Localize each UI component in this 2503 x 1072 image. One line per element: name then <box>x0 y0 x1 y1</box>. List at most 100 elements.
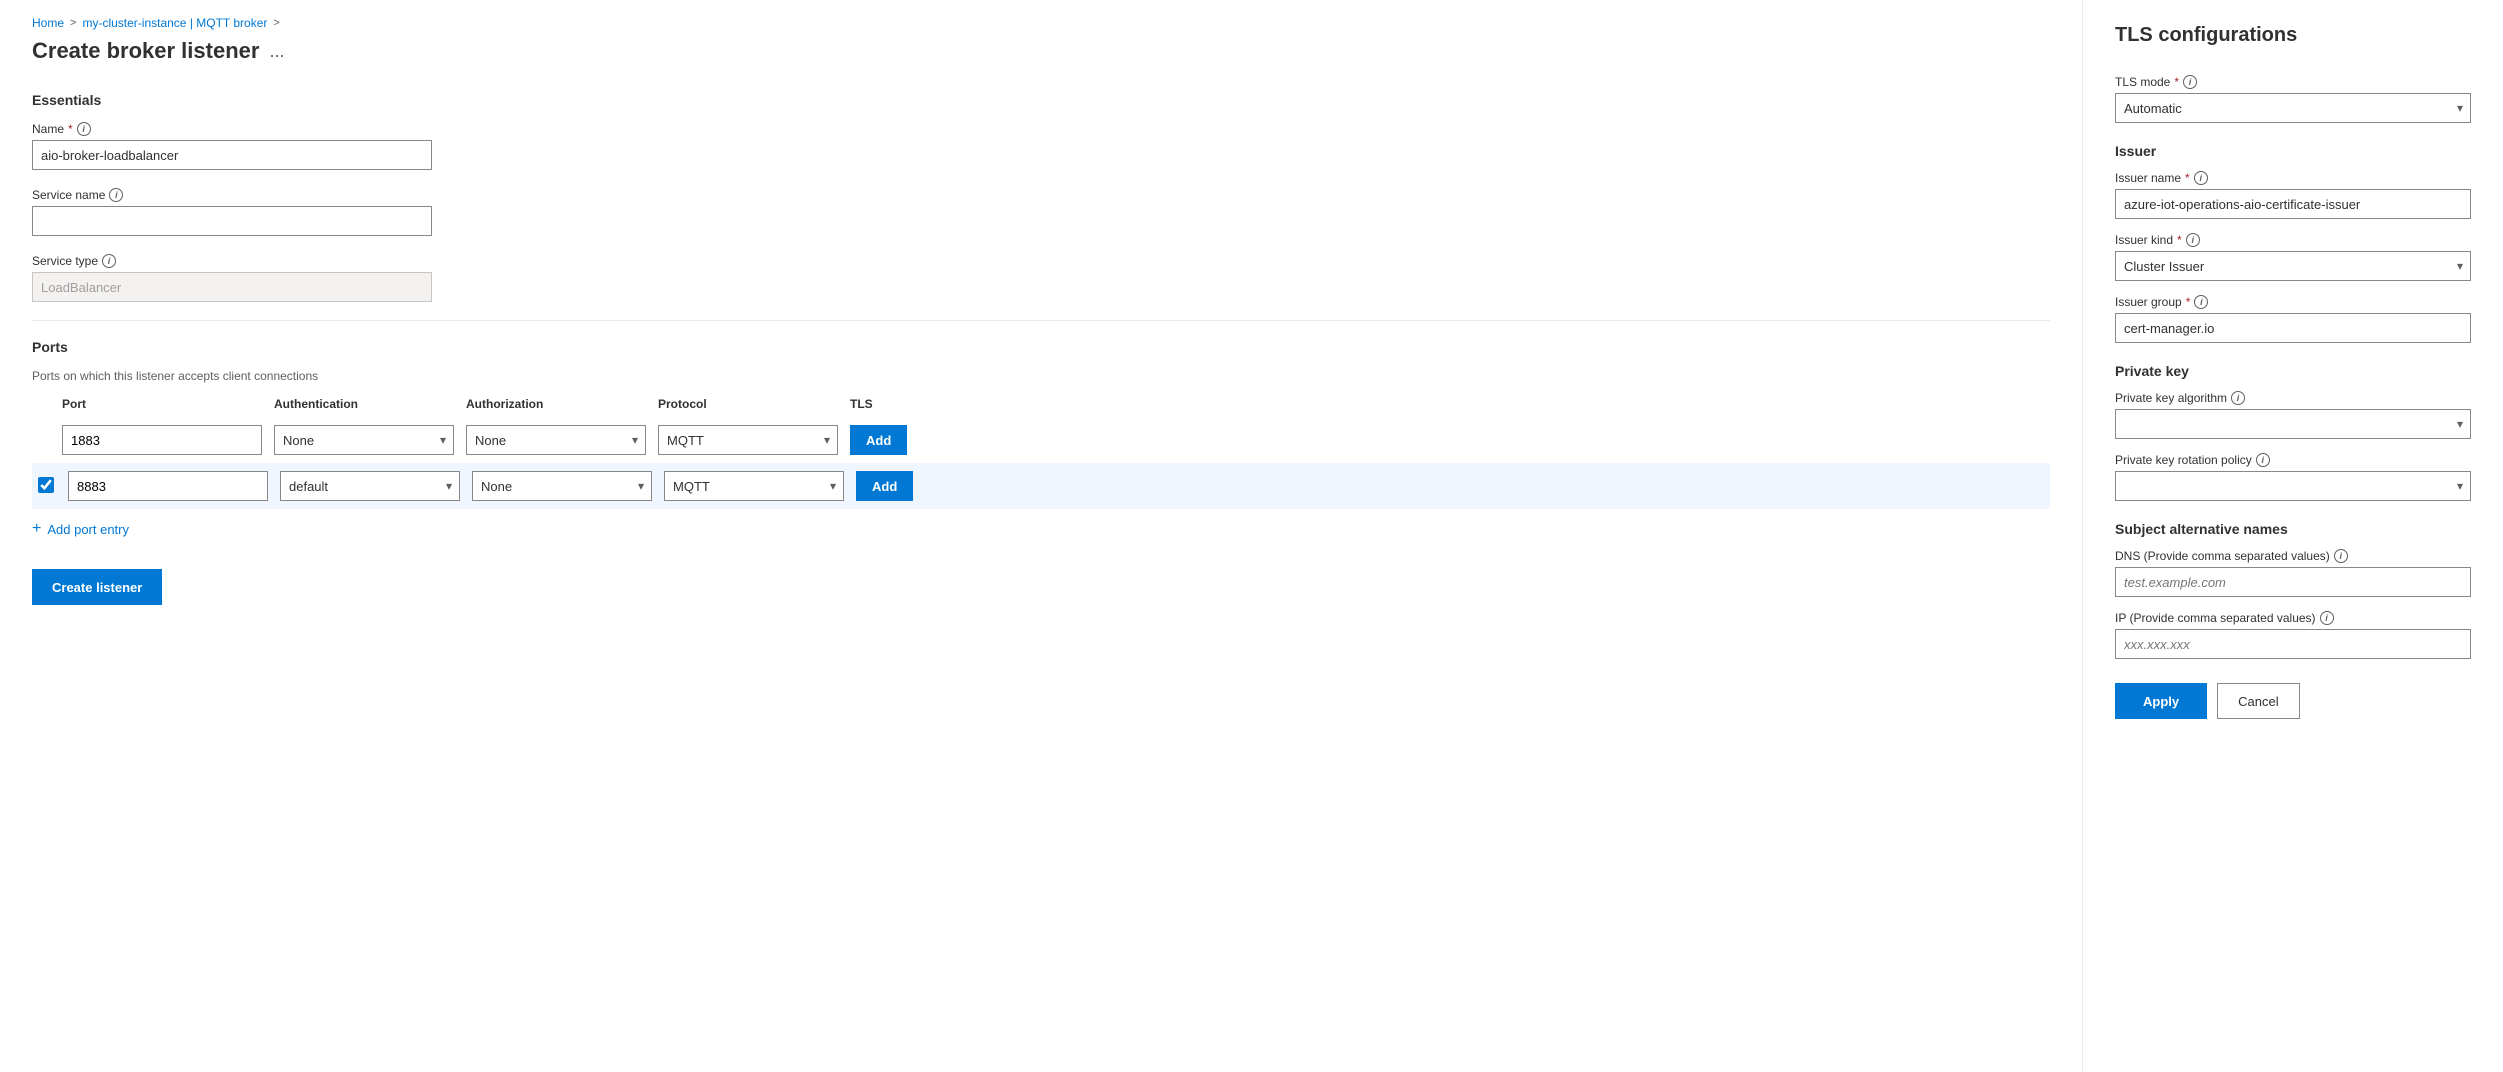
auth-2-select-wrapper: None default <box>280 471 460 501</box>
port-table: Port Authentication Authorization Protoc… <box>32 397 2050 509</box>
issuer-kind-field: Issuer kind * i Cluster Issuer Issuer <box>2115 233 2471 281</box>
tls-col-header: TLS <box>850 397 930 411</box>
issuer-kind-select-wrapper: Cluster Issuer Issuer <box>2115 251 2471 281</box>
breadcrumb-sep2: > <box>273 17 279 29</box>
name-info-icon[interactable]: i <box>77 122 91 136</box>
issuer-name-label: Issuer name * i <box>2115 171 2471 185</box>
name-label: Name * i <box>32 122 2050 136</box>
private-key-algorithm-label: Private key algorithm i <box>2115 391 2471 405</box>
dns-info-icon[interactable]: i <box>2334 549 2348 563</box>
tls-mode-label: TLS mode * i <box>2115 75 2471 89</box>
apply-button[interactable]: Apply <box>2115 683 2207 719</box>
service-name-label: Service name i <box>32 188 2050 202</box>
authz-2-cell: None <box>472 471 652 501</box>
tls-mode-select[interactable]: Automatic Manual Disabled <box>2115 93 2471 123</box>
issuer-kind-info-icon[interactable]: i <box>2186 233 2200 247</box>
service-type-field-group: Service type i <box>32 254 2050 302</box>
add-port-link[interactable]: + Add port entry <box>32 521 129 537</box>
proto-1-cell: MQTT <box>658 425 838 455</box>
tls-mode-field: TLS mode * i Automatic Manual Disabled <box>2115 75 2471 123</box>
private-key-rotation-field: Private key rotation policy i Always Nev… <box>2115 453 2471 501</box>
port-col-header: Port <box>62 397 262 411</box>
private-key-algorithm-field: Private key algorithm i RSA EC <box>2115 391 2471 439</box>
tls-mode-select-wrapper: Automatic Manual Disabled <box>2115 93 2471 123</box>
service-type-label: Service type i <box>32 254 2050 268</box>
cancel-button[interactable]: Cancel <box>2217 683 2299 719</box>
proto-2-cell: MQTT <box>664 471 844 501</box>
table-row: None default None MQTT <box>32 417 2050 463</box>
private-key-rotation-info-icon[interactable]: i <box>2256 453 2270 467</box>
service-name-info-icon[interactable]: i <box>109 188 123 202</box>
issuer-name-info-icon[interactable]: i <box>2194 171 2208 185</box>
auth-2-select[interactable]: None default <box>280 471 460 501</box>
port-2-cell <box>68 471 268 501</box>
breadcrumb-sep1: > <box>70 17 76 29</box>
authz-col-header: Authorization <box>466 397 646 411</box>
auth-1-select[interactable]: None default <box>274 425 454 455</box>
private-key-rotation-select-wrapper: Always Never <box>2115 471 2471 501</box>
port-1-cell <box>62 425 262 455</box>
ip-label: IP (Provide comma separated values) i <box>2115 611 2471 625</box>
issuer-group-field: Issuer group * i <box>2115 295 2471 343</box>
auth-1-cell: None default <box>274 425 454 455</box>
private-key-algorithm-select-wrapper: RSA EC <box>2115 409 2471 439</box>
plus-icon: + <box>32 521 41 537</box>
port-2-checkbox[interactable] <box>38 477 54 493</box>
service-type-input <box>32 272 432 302</box>
dns-input[interactable] <box>2115 567 2471 597</box>
proto-1-select-wrapper: MQTT <box>658 425 838 455</box>
ports-title: Ports <box>32 339 2050 355</box>
service-type-info-icon[interactable]: i <box>102 254 116 268</box>
dns-field: DNS (Provide comma separated values) i <box>2115 549 2471 597</box>
authz-1-select[interactable]: None <box>466 425 646 455</box>
private-key-algorithm-select[interactable]: RSA EC <box>2115 409 2471 439</box>
private-key-rotation-label: Private key rotation policy i <box>2115 453 2471 467</box>
ports-subtitle: Ports on which this listener accepts cli… <box>32 369 2050 383</box>
port-table-header: Port Authentication Authorization Protoc… <box>32 397 2050 417</box>
ip-info-icon[interactable]: i <box>2320 611 2334 625</box>
issuer-name-input[interactable] <box>2115 189 2471 219</box>
authz-2-select[interactable]: None <box>472 471 652 501</box>
page-title-row: Create broker listener ... <box>32 38 2050 64</box>
breadcrumb: Home > my-cluster-instance | MQTT broker… <box>32 16 2050 30</box>
tls-2-add-button[interactable]: Add <box>856 471 913 501</box>
issuer-kind-select[interactable]: Cluster Issuer Issuer <box>2115 251 2471 281</box>
more-options-icon[interactable]: ... <box>269 41 284 62</box>
auth-1-select-wrapper: None default <box>274 425 454 455</box>
port-1-input[interactable] <box>62 425 262 455</box>
proto-2-select[interactable]: MQTT <box>664 471 844 501</box>
issuer-group-info-icon[interactable]: i <box>2194 295 2208 309</box>
rp-actions: Apply Cancel <box>2115 683 2471 719</box>
auth-2-cell: None default <box>280 471 460 501</box>
page-title: Create broker listener <box>32 38 259 64</box>
private-key-rotation-select[interactable]: Always Never <box>2115 471 2471 501</box>
private-key-algorithm-info-icon[interactable]: i <box>2231 391 2245 405</box>
port-2-input[interactable] <box>68 471 268 501</box>
checkbox-2-cell[interactable] <box>38 477 56 495</box>
tls-1-add-button[interactable]: Add <box>850 425 907 455</box>
service-name-field-group: Service name i <box>32 188 2050 236</box>
private-key-section-title: Private key <box>2115 363 2471 379</box>
left-panel: Home > my-cluster-instance | MQTT broker… <box>0 0 2083 1072</box>
issuer-kind-label: Issuer kind * i <box>2115 233 2471 247</box>
name-input[interactable] <box>32 140 432 170</box>
service-name-input[interactable] <box>32 206 432 236</box>
authz-1-cell: None <box>466 425 646 455</box>
tls-panel-title: TLS configurations <box>2115 24 2471 47</box>
auth-col-header: Authentication <box>274 397 454 411</box>
tls-mode-info-icon[interactable]: i <box>2183 75 2197 89</box>
breadcrumb-home[interactable]: Home <box>32 16 64 30</box>
table-row: None default None MQTT <box>32 463 2050 509</box>
issuer-section-title: Issuer <box>2115 143 2471 159</box>
ip-input[interactable] <box>2115 629 2471 659</box>
create-listener-button[interactable]: Create listener <box>32 569 162 605</box>
dns-label: DNS (Provide comma separated values) i <box>2115 549 2471 563</box>
breadcrumb-cluster[interactable]: my-cluster-instance | MQTT broker <box>82 16 267 30</box>
issuer-group-label: Issuer group * i <box>2115 295 2471 309</box>
name-field-group: Name * i <box>32 122 2050 170</box>
essentials-title: Essentials <box>32 92 2050 108</box>
right-panel: TLS configurations TLS mode * i Automati… <box>2083 0 2503 1072</box>
issuer-group-input[interactable] <box>2115 313 2471 343</box>
proto-1-select[interactable]: MQTT <box>658 425 838 455</box>
proto-col-header: Protocol <box>658 397 838 411</box>
